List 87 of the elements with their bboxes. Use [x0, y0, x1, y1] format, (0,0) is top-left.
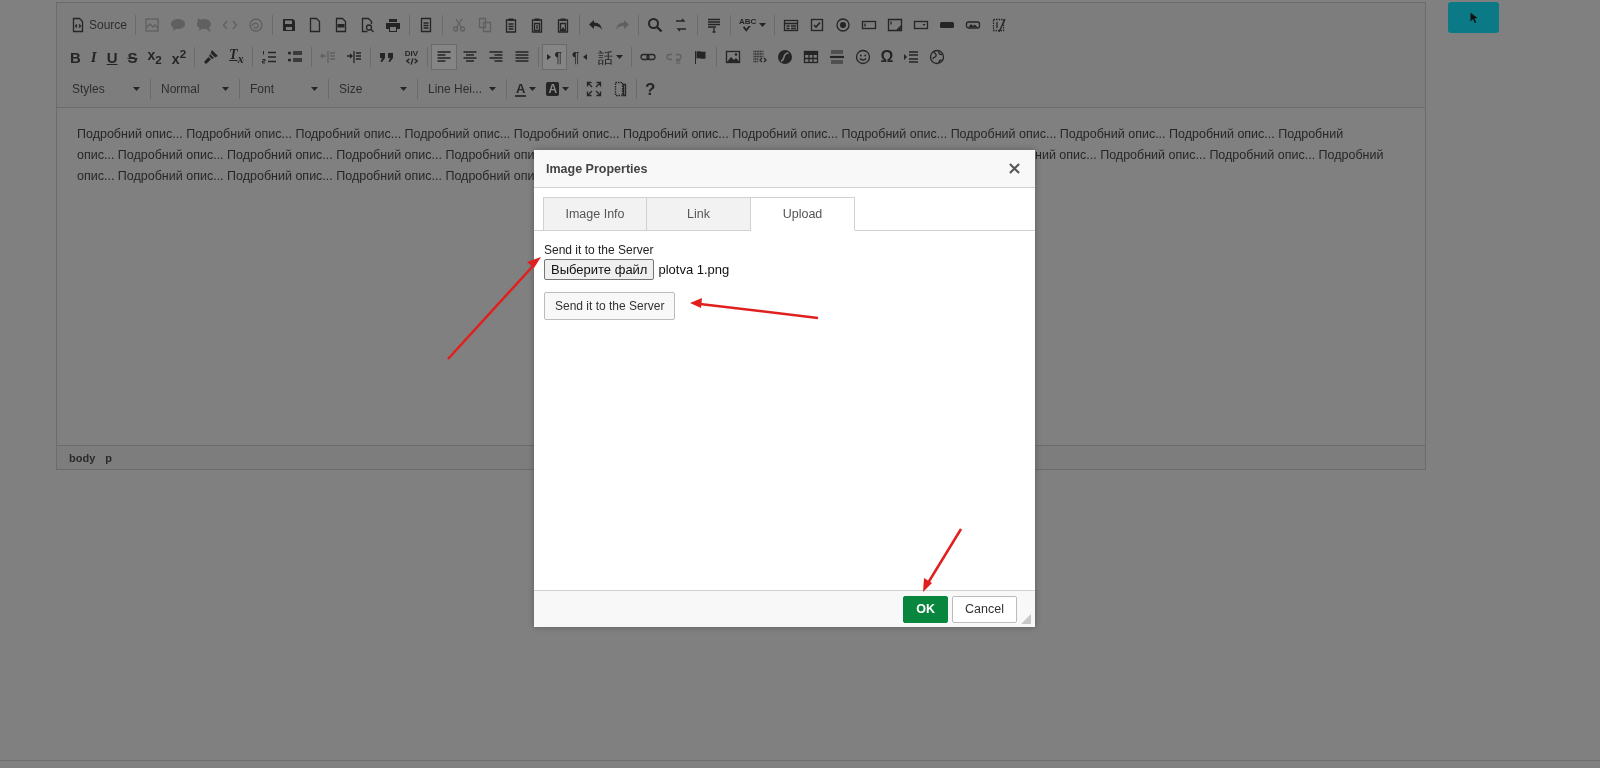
cancel-button[interactable]: Cancel	[952, 595, 1017, 623]
caret-icon	[133, 87, 140, 91]
swoosh-circle-icon	[776, 49, 793, 65]
dropdown[interactable]: Styles	[65, 76, 147, 102]
outdent-icon	[319, 49, 336, 65]
scissors-icon	[451, 17, 468, 33]
align-left-icon	[435, 49, 452, 65]
background-color-button[interactable]: A	[541, 76, 575, 102]
underline-button[interactable]: U	[101, 44, 123, 70]
dropdown[interactable]: Font	[243, 76, 325, 102]
superscript-button[interactable]: x$^{2}$	[166, 44, 192, 70]
search-icon	[647, 17, 664, 33]
ltr-button[interactable]: ¶	[541, 44, 568, 70]
paintbrush-icon	[203, 49, 220, 65]
about-button[interactable]: ?	[640, 76, 661, 102]
div-button[interactable]: DIV	[399, 44, 424, 70]
caret-icon	[562, 87, 570, 91]
choose-file-button[interactable]: Выберите файл	[544, 259, 655, 280]
form-icon	[783, 17, 800, 33]
swirl-icon	[248, 17, 265, 33]
annotation-arrow	[923, 528, 963, 592]
subscript-button[interactable]: x$_{2}$	[142, 44, 167, 70]
globe-icon	[929, 49, 946, 65]
text-area-icon	[887, 17, 904, 33]
action-button[interactable]	[1448, 2, 1499, 33]
dropdown[interactable]: Size	[332, 76, 414, 102]
send-to-server-button[interactable]: Send it to the Server	[544, 292, 676, 320]
checkbox-icon	[809, 17, 826, 33]
bullet-list-icon	[286, 49, 303, 65]
maximize-icon	[586, 81, 603, 97]
caret-icon	[400, 87, 407, 91]
element-path-link[interactable]: p	[105, 451, 112, 464]
page-break-icon	[903, 49, 920, 65]
source-button[interactable]: Source	[65, 12, 133, 38]
caret-icon	[759, 23, 767, 27]
strike-button[interactable]: S	[122, 44, 143, 70]
document-code-icon	[70, 17, 86, 33]
speech-bubble-slash-icon	[196, 17, 213, 33]
dialog-tab[interactable]: Image Info	[543, 197, 647, 231]
code-icon	[404, 57, 419, 65]
image-icon	[724, 49, 741, 65]
element-path-link[interactable]: body	[69, 451, 96, 464]
ok-button[interactable]: OK	[903, 595, 949, 623]
bold-button[interactable]: B	[65, 44, 86, 70]
paragraph-text: опис... Подробний опис... Подробний опис... Подробний опис... Подробний опи	[77, 147, 535, 164]
dialog-title: Image Properties	[546, 161, 648, 176]
caret-icon	[311, 87, 318, 91]
indent-icon	[345, 49, 362, 65]
paragraph-text: Подробний опис... Подробний опис... Подробний опис... Подробний опис... Подробний опис... Подробний опис... Подробний опис... Подробний опис... Подробний опис... Подробний опис... Подробний опис... Подробний	[77, 126, 1344, 143]
italic-button[interactable]: I	[85, 44, 102, 70]
table-icon	[802, 49, 819, 65]
radio-button-icon	[835, 17, 852, 33]
remove-format-button[interactable]: T$_{x}$	[224, 44, 249, 70]
language-button[interactable]: 話	[592, 44, 628, 70]
file-name: plotva 1.png	[658, 262, 730, 277]
show-blocks-icon	[612, 81, 629, 97]
caret-icon	[615, 55, 623, 59]
caret-icon	[222, 87, 229, 91]
dropdown[interactable]: Normal	[154, 76, 236, 102]
close-icon[interactable]	[1009, 163, 1020, 174]
dialog-tab[interactable]: Upload	[751, 197, 855, 231]
paragraph-text: ний опис... Подробний опис... Подробний опис... Подробний	[1035, 147, 1385, 164]
caret-icon	[489, 87, 496, 91]
printer-icon	[385, 17, 402, 33]
dropdown[interactable]: Line Hei...	[421, 76, 503, 102]
copy-icon	[477, 17, 494, 33]
spellcheck-button[interactable]: ABC	[734, 12, 772, 38]
text-color-button[interactable]: A	[510, 76, 542, 102]
dialog-tab[interactable]: Link	[647, 197, 751, 231]
smiley-icon	[854, 49, 871, 65]
align-center-icon	[461, 49, 478, 65]
align-left-button[interactable]	[430, 44, 457, 70]
text-lines-icon	[706, 17, 723, 33]
horizontal-rule-icon	[828, 49, 845, 65]
field-label: Send it to the Server	[544, 243, 654, 257]
document-magnifier-icon	[359, 17, 376, 33]
picture-frame-icon	[144, 17, 161, 33]
align-right-icon	[487, 49, 504, 65]
justify-icon	[513, 49, 530, 65]
hidden-field-icon	[991, 17, 1008, 33]
rtl-button[interactable]: ¶	[567, 44, 593, 70]
speech-bubble-icon	[170, 17, 187, 33]
numbered-list-icon	[260, 49, 277, 65]
resize-grip-icon[interactable]	[1021, 614, 1031, 624]
paragraph-text: опис... Подробний опис... Подробний опис... Подробний опис... Подробний опи	[77, 168, 535, 185]
special-char-button[interactable]: Ω	[875, 44, 899, 70]
caret-icon	[529, 87, 537, 91]
